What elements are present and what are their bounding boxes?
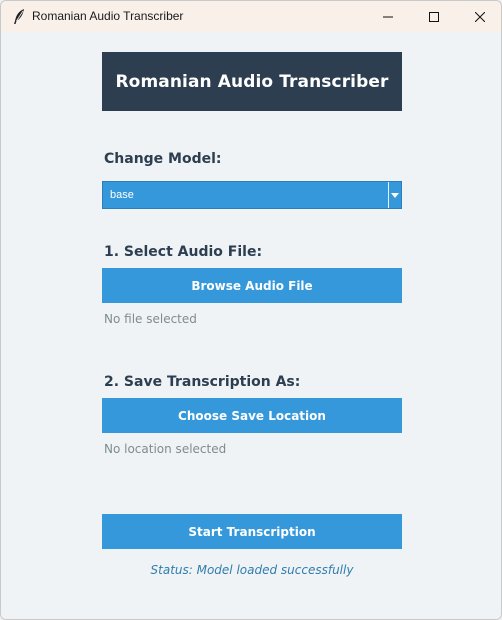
dropdown-arrow-icon[interactable] [388,182,401,208]
minimize-button[interactable] [365,1,411,32]
window-title: Romanian Audio Transcriber [32,9,184,23]
title-bar[interactable]: Romanian Audio Transcriber [1,1,501,32]
status-text: Status: Model loaded successfully [150,563,354,577]
browse-audio-button[interactable]: Browse Audio File [102,268,402,303]
start-transcription-button[interactable]: Start Transcription [102,514,402,549]
save-location-status: No location selected [104,442,227,456]
minimize-icon [383,12,393,22]
change-model-label: Change Model: [104,151,222,167]
close-icon [475,11,485,22]
save-transcription-label: 2. Save Transcription As: [104,374,301,390]
app-header: Romanian Audio Transcriber [102,52,402,111]
audio-file-status: No file selected [104,312,197,326]
model-select-value: base [110,189,134,201]
maximize-icon [429,11,439,22]
feather-icon [12,8,26,25]
model-select[interactable]: base [102,181,402,209]
header-title: Romanian Audio Transcriber [115,71,389,92]
choose-save-location-button[interactable]: Choose Save Location [102,398,402,433]
close-button[interactable] [457,1,501,32]
select-audio-label: 1. Select Audio File: [104,244,263,260]
main-content: Romanian Audio Transcriber Change Model:… [1,32,501,619]
maximize-button[interactable] [411,1,457,32]
app-window: Romanian Audio Transcriber Romanian Audi… [0,0,502,620]
